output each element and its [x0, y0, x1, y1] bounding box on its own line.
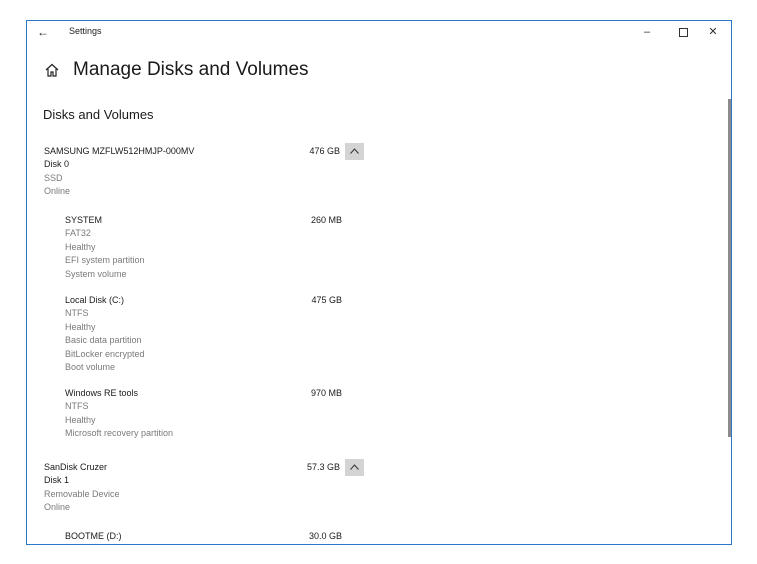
volume-filesystem: FAT32: [65, 228, 91, 239]
home-icon[interactable]: [44, 62, 60, 78]
volume-name: BOOTME (D:): [65, 531, 122, 541]
settings-window: ← Settings – ✕ Manage Disks and Volumes …: [26, 20, 732, 545]
disk-status: Online: [44, 502, 71, 513]
page-title: Manage Disks and Volumes: [73, 59, 309, 80]
volume-name: Local Disk (C:): [65, 295, 125, 305]
disk-size: 57.3 GB: [306, 462, 340, 472]
scrollbar[interactable]: [728, 99, 731, 437]
disk-type: SSD: [44, 172, 63, 183]
disk-item: SAMSUNG MZFLW512HMJP-000MV 476 GB Disk 0…: [44, 143, 364, 199]
disk-size: 476 GB: [309, 146, 340, 156]
volume-item[interactable]: SYSTEM 260 MB FAT32 Healthy EFI system p…: [44, 214, 364, 281]
chevron-up-icon: [350, 464, 359, 470]
disk-status: Online: [44, 186, 71, 197]
volume-filesystem: NTFS: [65, 401, 89, 412]
volume-item[interactable]: Windows RE tools 970 MB NTFS Healthy Mic…: [44, 387, 364, 441]
disk-number: Disk 0: [44, 159, 70, 170]
volume-name: SYSTEM: [65, 215, 103, 225]
volume-name: Windows RE tools: [65, 388, 139, 398]
disk-name: SAMSUNG MZFLW512HMJP-000MV: [44, 146, 195, 156]
volume-size: 970 MB: [310, 388, 342, 398]
volume-item[interactable]: Local Disk (C:) 475 GB NTFS Healthy Basi…: [44, 294, 364, 374]
maximize-icon: [678, 27, 688, 37]
disk-type: Removable Device: [44, 488, 120, 499]
volume-size: 260 MB: [310, 215, 342, 225]
volume-health: Healthy: [65, 414, 96, 425]
back-button[interactable]: ←: [34, 23, 52, 41]
maximize-button[interactable]: [667, 21, 699, 43]
volume-health: Healthy: [65, 241, 96, 252]
minimize-button[interactable]: –: [631, 21, 663, 43]
volume-size: 475 GB: [311, 295, 342, 305]
volume-partition-type: Basic data partition: [65, 335, 142, 346]
volume-partition-type: EFI system partition: [65, 255, 145, 266]
chevron-up-icon: [350, 148, 359, 154]
title-bar: ← Settings – ✕: [27, 21, 731, 43]
disk-item: SanDisk Cruzer 57.3 GB Disk 1 Removable …: [44, 459, 364, 515]
volume-role: Boot volume: [65, 362, 116, 373]
close-button[interactable]: ✕: [697, 21, 729, 43]
volume-partition-type: Microsoft recovery partition: [65, 428, 174, 439]
volume-filesystem: NTFS: [65, 308, 89, 319]
volume-role: System volume: [65, 268, 127, 279]
page-header: Manage Disks and Volumes: [44, 59, 309, 81]
volume-health: Healthy: [65, 321, 96, 332]
disk-number: Disk 1: [44, 475, 70, 486]
minimize-icon: –: [643, 26, 651, 38]
back-arrow-icon: ←: [37, 25, 49, 39]
window-title: Settings: [69, 26, 102, 36]
volume-size: 30.0 GB: [308, 531, 342, 541]
disk-name: SanDisk Cruzer: [44, 462, 108, 472]
section-title: Disks and Volumes: [43, 107, 154, 122]
volume-encryption: BitLocker encrypted: [65, 348, 145, 359]
volume-item[interactable]: BOOTME (D:) 30.0 GB: [44, 530, 364, 543]
close-icon: ✕: [708, 26, 718, 38]
